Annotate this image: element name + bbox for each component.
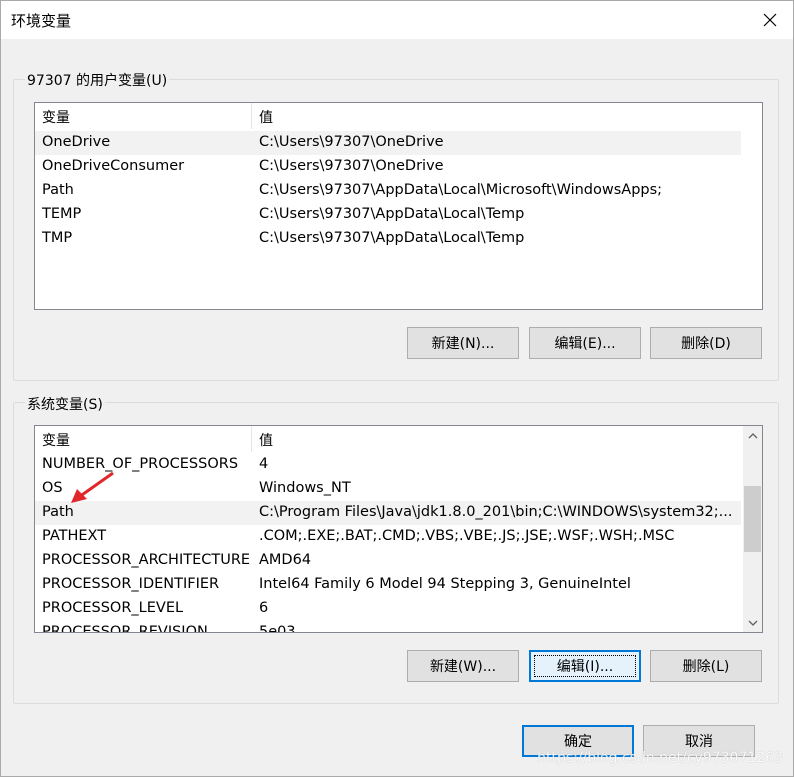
user-new-button[interactable]: 新建(N)... [407, 327, 519, 359]
user-variables-label: 97307 的用户变量(U) [25, 70, 170, 90]
table-row[interactable]: NUMBER_OF_PROCESSORS 4 [35, 453, 741, 477]
table-row[interactable]: PROCESSOR_REVISION 5e03 [35, 621, 741, 633]
variable-value: AMD64 [259, 552, 312, 568]
table-row[interactable]: PROCESSOR_IDENTIFIER Intel64 Family 6 Mo… [35, 573, 741, 597]
variable-name: PROCESSOR_LEVEL [42, 600, 184, 616]
variable-name: TEMP [42, 206, 82, 222]
user-list-header: 变量 值 [35, 103, 741, 129]
variable-value: C:\Users\97307\OneDrive [259, 134, 444, 150]
environment-variables-dialog: 环境变量 97307 的用户变量(U) 变量 值 OneDrive C:\Use… [0, 0, 794, 777]
close-icon [763, 13, 777, 27]
scroll-up-button[interactable] [743, 426, 762, 445]
table-row[interactable]: OneDriveConsumer C:\Users\97307\OneDrive [35, 155, 741, 179]
chevron-up-icon [748, 432, 757, 438]
variable-name: OneDriveConsumer [42, 158, 185, 174]
variable-name: PROCESSOR_REVISION [42, 624, 208, 633]
column-header-value[interactable]: 值 [259, 430, 273, 450]
variable-value: .COM;.EXE;.BAT;.CMD;.VBS;.VBE;.JS;.JSE;.… [259, 528, 675, 544]
variable-value: C:\Users\97307\AppData\Local\Temp [259, 230, 525, 246]
variable-value: C:\Program Files\Java\jdk1.8.0_201\bin;C… [259, 504, 733, 520]
variable-name: OS [42, 480, 63, 496]
watermark: https://blog.csdn.net/cy973071263 [537, 750, 783, 766]
annotation-arrow-icon [71, 471, 114, 503]
column-header-variable[interactable]: 变量 [42, 107, 70, 127]
user-edit-button[interactable]: 编辑(E)... [529, 327, 641, 359]
column-divider[interactable] [251, 103, 252, 129]
system-delete-button[interactable]: 删除(L) [650, 650, 762, 682]
table-row[interactable]: Path C:\Program Files\Java\jdk1.8.0_201\… [35, 501, 741, 525]
table-row[interactable]: OS Windows_NT [35, 477, 741, 501]
variable-name: OneDrive [42, 134, 111, 150]
close-button[interactable] [747, 1, 793, 39]
system-variables-label: 系统变量(S) [25, 394, 105, 414]
variable-name: NUMBER_OF_PROCESSORS [42, 456, 239, 472]
window-title: 环境变量 [11, 12, 72, 30]
column-divider[interactable] [251, 426, 252, 452]
variable-name: PATHEXT [42, 528, 107, 544]
table-row[interactable]: TMP C:\Users\97307\AppData\Local\Temp [35, 227, 741, 251]
system-list-header: 变量 值 [35, 426, 741, 452]
table-row[interactable]: PATHEXT .COM;.EXE;.BAT;.CMD;.VBS;.VBE;.J… [35, 525, 741, 549]
variable-name: PROCESSOR_ARCHITECTURE [42, 552, 251, 568]
column-header-value[interactable]: 值 [259, 107, 273, 127]
system-variables-list[interactable]: 变量 值 NUMBER_OF_PROCESSORS 4 OS Windows_N… [34, 425, 763, 633]
variable-value: C:\Users\97307\OneDrive [259, 158, 444, 174]
table-row[interactable]: PROCESSOR_ARCHITECTURE AMD64 [35, 549, 741, 573]
variable-name: Path [42, 504, 74, 520]
vertical-scrollbar[interactable] [743, 426, 762, 632]
variable-name: PROCESSOR_IDENTIFIER [42, 576, 220, 592]
scroll-thumb[interactable] [744, 486, 761, 552]
variable-value: Windows_NT [259, 480, 351, 496]
scroll-down-button[interactable] [743, 613, 762, 632]
user-variables-list[interactable]: 变量 值 OneDrive C:\Users\97307\OneDrive On… [34, 102, 763, 310]
table-row[interactable]: OneDrive C:\Users\97307\OneDrive [35, 131, 741, 155]
variable-value: C:\Users\97307\AppData\Local\Temp [259, 206, 525, 222]
variable-name: TMP [42, 230, 73, 246]
system-edit-button[interactable]: 编辑(I)... [529, 650, 641, 682]
user-delete-button[interactable]: 删除(D) [650, 327, 762, 359]
variable-name: Path [42, 182, 74, 198]
variable-value: Intel64 Family 6 Model 94 Stepping 3, Ge… [259, 576, 631, 592]
variable-value: 5e03 [259, 624, 296, 633]
variable-value: 4 [259, 456, 269, 472]
column-header-variable[interactable]: 变量 [42, 430, 70, 450]
variable-value: 6 [259, 600, 269, 616]
table-row[interactable]: TEMP C:\Users\97307\AppData\Local\Temp [35, 203, 741, 227]
chevron-down-icon [748, 620, 757, 626]
table-row[interactable]: Path C:\Users\97307\AppData\Local\Micros… [35, 179, 741, 203]
title-bar: 环境变量 [1, 1, 793, 39]
system-new-button[interactable]: 新建(W)... [407, 650, 519, 682]
variable-value: C:\Users\97307\AppData\Local\Microsoft\W… [259, 182, 663, 198]
table-row[interactable]: PROCESSOR_LEVEL 6 [35, 597, 741, 621]
